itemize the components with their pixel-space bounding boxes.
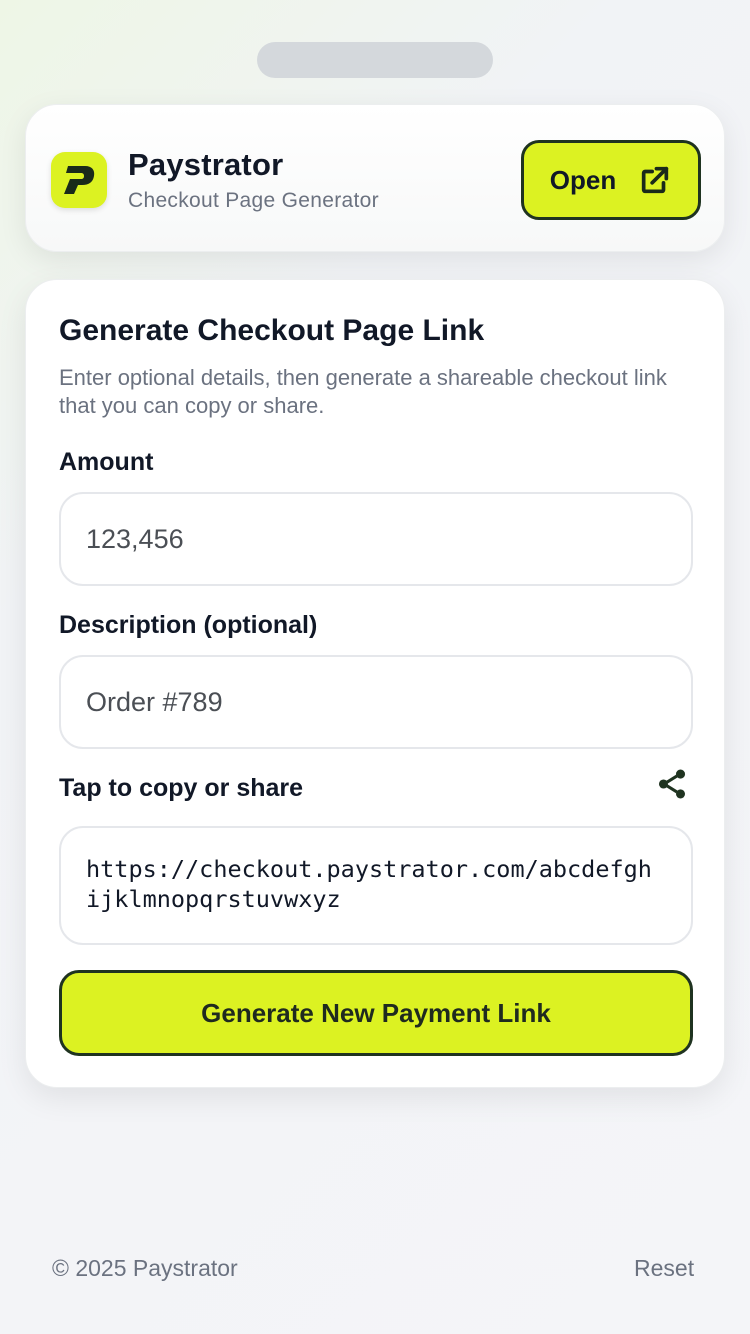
open-button[interactable]: Open	[521, 140, 701, 220]
form-title: Generate Checkout Page Link	[59, 314, 485, 347]
generate-link-button[interactable]: Generate New Payment Link	[59, 970, 693, 1056]
reset-link[interactable]: Reset	[634, 1255, 694, 1282]
share-icon[interactable]	[655, 767, 689, 806]
paystrator-logo-icon	[51, 152, 107, 208]
footer-copyright: © 2025 Paystrator	[52, 1255, 238, 1281]
app-subtitle: Checkout Page Generator	[128, 189, 379, 212]
description-field[interactable]	[59, 655, 693, 749]
description-input[interactable]	[86, 686, 691, 718]
share-label: Tap to copy or share	[59, 774, 304, 802]
amount-label: Amount	[59, 448, 154, 476]
app-name: Paystrator	[128, 147, 284, 182]
drag-handle[interactable]	[257, 42, 493, 78]
amount-field[interactable]	[59, 492, 693, 586]
app-header-card: Paystrator Checkout Page Generator Open	[25, 104, 725, 252]
generate-link-button-label: Generate New Payment Link	[201, 997, 551, 1028]
description-label: Description (optional)	[59, 611, 318, 639]
checkout-form-card: Generate Checkout Page Link Enter option…	[25, 279, 725, 1088]
external-link-icon	[638, 163, 672, 197]
amount-input[interactable]	[86, 523, 691, 555]
checkout-link-box[interactable]: https://checkout.paystrator.com/abcdefgh…	[59, 826, 693, 945]
form-description: Enter optional details, then generate a …	[59, 365, 667, 418]
open-button-label: Open	[549, 164, 617, 195]
